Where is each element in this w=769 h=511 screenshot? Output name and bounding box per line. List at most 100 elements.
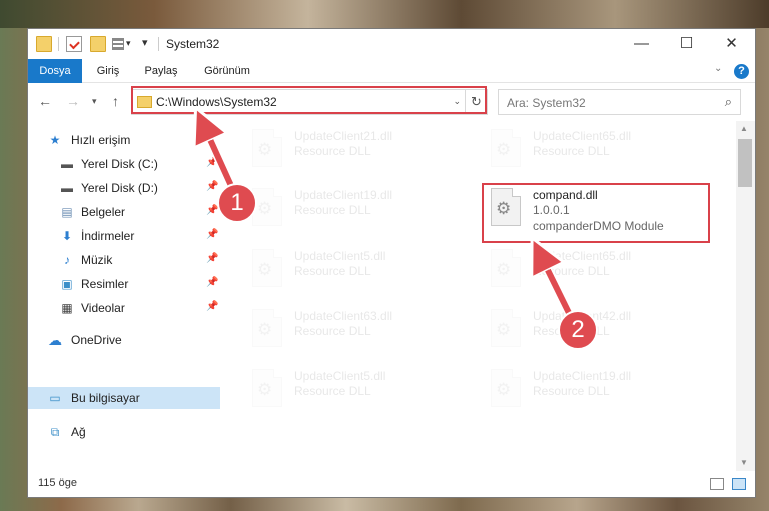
minimize-button[interactable]: — [619, 29, 664, 59]
tiles-view-icon[interactable] [732, 478, 746, 490]
file-description: Resource DLL [294, 384, 371, 398]
file-description: Resource DLL [294, 144, 371, 158]
search-input[interactable]: Ara: System32 [507, 96, 586, 110]
dll-file-icon: ⚙ [491, 129, 521, 167]
recent-locations-icon[interactable]: ▾ [92, 96, 97, 107]
desktop-background [0, 0, 769, 28]
sidebar-item-label: Müzik [81, 253, 113, 267]
pin-icon[interactable]: 📌 [206, 301, 218, 312]
help-icon[interactable]: ? [734, 64, 749, 79]
file-item[interactable]: ⚙ UpdateClient21.dll Resource DLL [246, 125, 476, 183]
dll-file-icon: ⚙ [491, 249, 521, 287]
file-description: Resource DLL [294, 203, 371, 217]
dll-file-icon: ⚙ [252, 309, 282, 347]
sidebar-item-label: OneDrive [71, 333, 122, 347]
file-description: Resource DLL [294, 324, 371, 338]
file-item[interactable]: ⚙ UpdateClient65.dll Resource DLL [485, 125, 715, 183]
file-item[interactable]: ⚙ UpdateClient5.dll Resource DLL [246, 365, 476, 423]
network-icon: ⧉ [50, 425, 60, 439]
vertical-scrollbar[interactable]: ▲ ▼ [736, 121, 755, 471]
search-box[interactable]: Ara: System32 ⌕ [498, 89, 741, 115]
star-icon: ★ [49, 133, 61, 147]
tab-file[interactable]: Dosya [28, 59, 82, 83]
sidebar-item-label: Bu bilgisayar [71, 391, 140, 405]
file-name: UpdateClient19.dll [533, 369, 632, 383]
sidebar-item-downloads[interactable]: ⬇ İndirmeler 📌 [28, 225, 220, 247]
scrollbar-thumb[interactable] [738, 139, 752, 187]
item-count: 115 öge [38, 477, 77, 489]
sidebar-item-local-disk-c[interactable]: ▬ Yerel Disk (C:) 📌 [28, 153, 220, 175]
maximize-button[interactable]: ☐ [664, 29, 709, 59]
file-item[interactable]: ⚙ UpdateClient5.dll Resource DLL [246, 245, 476, 303]
address-bar-highlight [131, 86, 487, 114]
drive-icon: ▬ [61, 181, 73, 195]
customize-toolbar-icon[interactable]: ▾ [142, 36, 148, 49]
document-icon: ▤ [61, 205, 73, 219]
sidebar-item-network[interactable]: ⧉ Ağ [28, 421, 220, 443]
search-icon[interactable]: ⌕ [725, 94, 732, 110]
download-icon: ⬇ [61, 229, 73, 243]
file-list: ⚙ UpdateClient21.dll Resource DLL ⚙ Upda… [220, 121, 736, 471]
file-name: UpdateClient65.dll [533, 129, 632, 143]
sidebar-item-label: Belgeler [81, 205, 126, 219]
sidebar-item-onedrive[interactable]: ☁ OneDrive [28, 329, 220, 351]
file-item[interactable]: ⚙ UpdateClient65.dll Resource DLL [485, 245, 715, 303]
step-badge-2: 2 [558, 310, 598, 350]
scroll-down-icon[interactable]: ▼ [740, 458, 748, 467]
pin-icon[interactable]: 📌 [206, 277, 218, 288]
file-name: UpdateClient5.dll [294, 369, 386, 383]
dll-file-icon: ⚙ [491, 309, 521, 347]
dll-file-icon: ⚙ [252, 129, 282, 167]
sidebar-item-music[interactable]: ♪ Müzik 📌 [28, 249, 220, 271]
file-item[interactable]: ⚙ UpdateClient42.dll Resource DLL [485, 305, 715, 363]
pin-icon[interactable]: 📌 [206, 253, 218, 264]
folder-icon [36, 36, 52, 52]
ribbon-tabs: Dosya Giriş Paylaş Görünüm ⌄ ? [28, 59, 755, 83]
toolbar-separator [158, 37, 159, 51]
forward-arrow-icon[interactable]: → [66, 93, 80, 109]
navigation-pane: ★ Hızlı erişim ▬ Yerel Disk (C:) 📌 ▬ Yer… [28, 121, 220, 471]
scroll-up-icon[interactable]: ▲ [740, 124, 748, 133]
close-button[interactable]: ✕ [709, 29, 754, 59]
tab-view[interactable]: Görünüm [198, 59, 256, 83]
cloud-icon: ☁ [48, 332, 62, 348]
sidebar-item-quick-access[interactable]: ★ Hızlı erişim [28, 129, 220, 151]
tab-share[interactable]: Paylaş [138, 59, 184, 83]
sidebar-item-videos[interactable]: ▦ Videolar 📌 [28, 297, 220, 319]
sidebar-item-documents[interactable]: ▤ Belgeler 📌 [28, 201, 220, 223]
file-name: UpdateClient19.dll [294, 188, 393, 202]
window-title: System32 [166, 37, 220, 51]
details-view-icon[interactable] [710, 478, 724, 490]
chevron-down-icon[interactable]: ▾ [126, 38, 131, 49]
sidebar-item-pictures[interactable]: ▣ Resimler 📌 [28, 273, 220, 295]
file-name: UpdateClient21.dll [294, 129, 393, 143]
pin-icon[interactable]: 📌 [206, 229, 218, 240]
sidebar-item-label: Videolar [81, 301, 125, 315]
pin-icon[interactable]: 📌 [206, 157, 218, 168]
tab-home[interactable]: Giriş [88, 59, 128, 83]
pin-icon[interactable]: 📌 [206, 181, 218, 192]
sidebar-item-local-disk-d[interactable]: ▬ Yerel Disk (D:) 📌 [28, 177, 220, 199]
file-item[interactable]: ⚙ UpdateClient63.dll Resource DLL [246, 305, 476, 363]
up-arrow-icon[interactable]: ↑ [112, 93, 119, 109]
status-bar: 115 öge [28, 471, 755, 497]
sidebar-item-label: Yerel Disk (C:) [81, 157, 158, 171]
sidebar-item-this-pc[interactable]: ▭ Bu bilgisayar [28, 387, 220, 409]
dll-file-icon: ⚙ [252, 249, 282, 287]
music-icon: ♪ [64, 253, 70, 267]
file-item[interactable]: ⚙ UpdateClient19.dll Resource DLL [485, 365, 715, 423]
file-item[interactable]: ⚙ UpdateClient19.dll Resource DLL [246, 184, 476, 242]
drive-icon: ▬ [61, 157, 73, 171]
file-description: Resource DLL [533, 384, 610, 398]
dll-file-icon: ⚙ [491, 369, 521, 407]
expand-ribbon-icon[interactable]: ⌄ [714, 63, 722, 74]
dll-file-icon: ⚙ [252, 369, 282, 407]
file-name: UpdateClient63.dll [294, 309, 393, 323]
view-options-icon[interactable] [112, 38, 124, 50]
toolbar-separator [58, 37, 59, 51]
properties-icon[interactable] [66, 36, 82, 52]
sidebar-item-label: Ağ [71, 425, 86, 439]
back-arrow-icon[interactable]: ← [38, 93, 52, 109]
video-icon: ▦ [61, 301, 73, 315]
new-folder-icon[interactable] [90, 36, 106, 52]
